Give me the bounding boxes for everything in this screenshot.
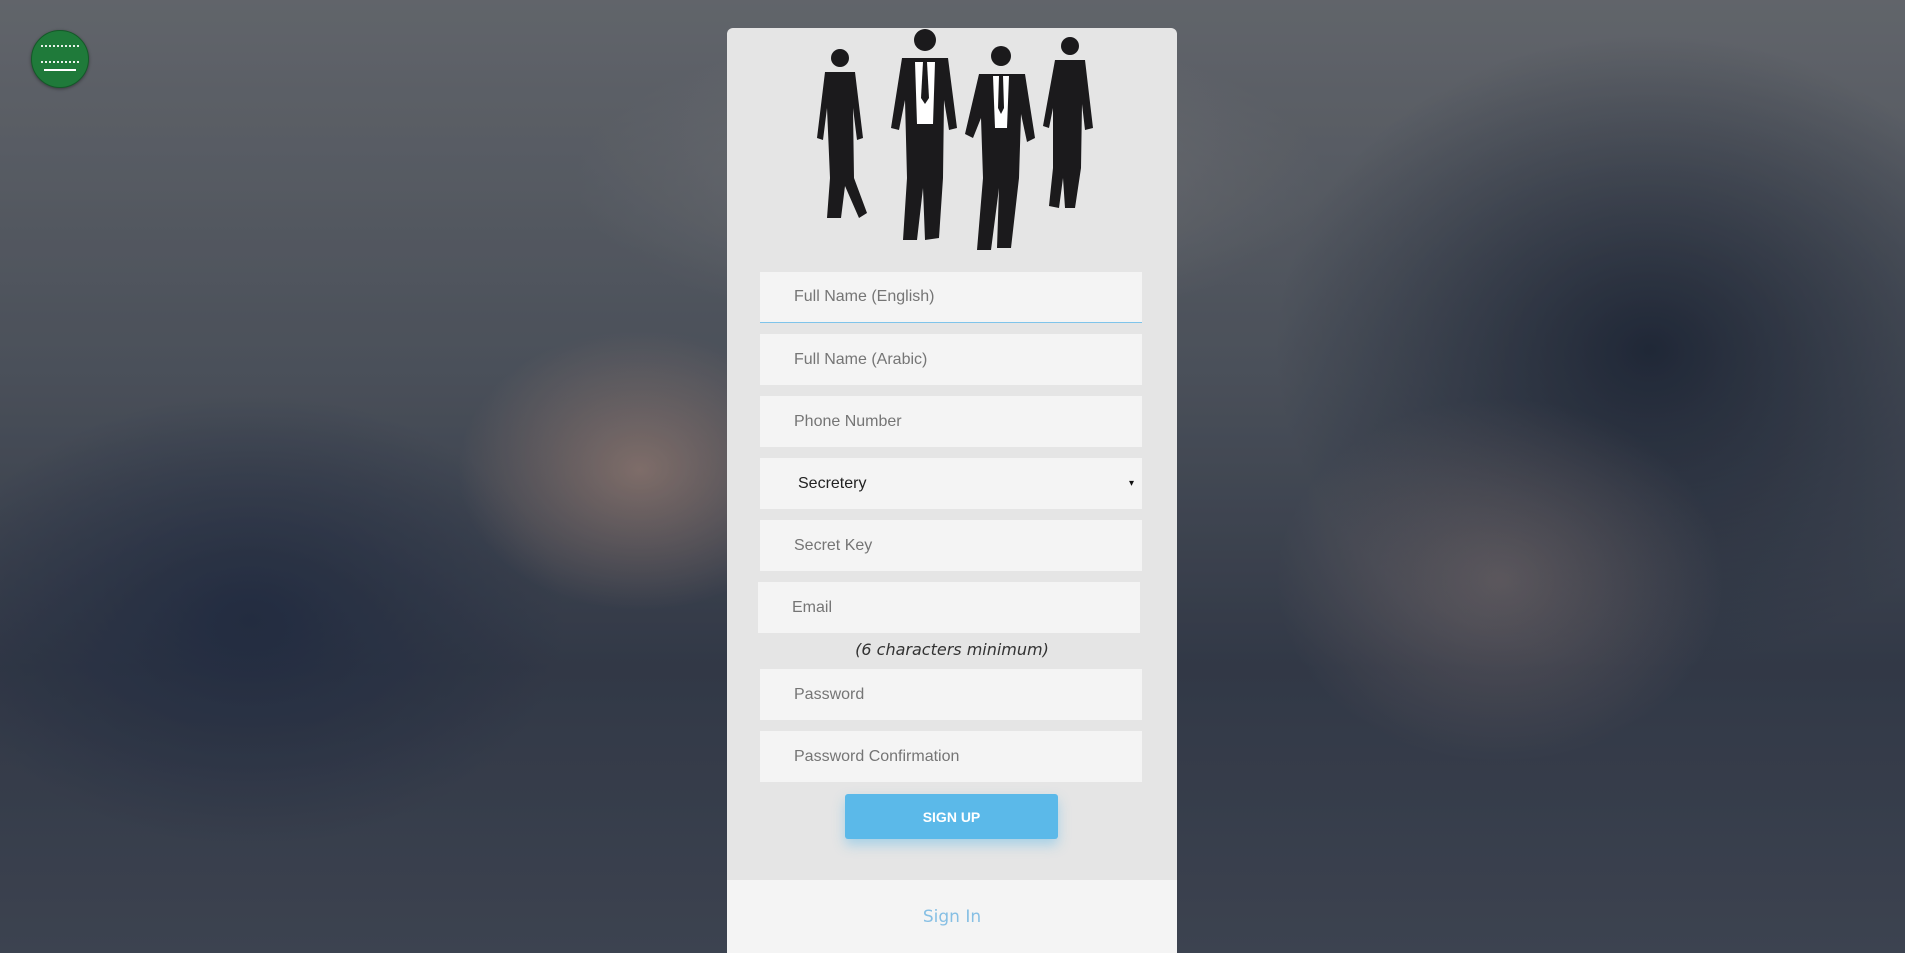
sign-in-link[interactable]: Sign In — [727, 880, 1177, 953]
password-hint: (6 characters minimum) — [855, 640, 1049, 659]
flag-script-mark — [41, 45, 79, 63]
phone-number-field[interactable] — [760, 396, 1142, 447]
role-select-value: Secretery — [798, 475, 867, 492]
flag-sword-mark — [44, 69, 76, 71]
role-select[interactable]: Secretery ▾ — [760, 458, 1142, 509]
business-people-silhouette — [817, 29, 1093, 250]
card-footer: Sign In — [727, 880, 1177, 953]
saudi-flag-icon[interactable] — [31, 30, 89, 88]
chevron-down-icon: ▾ — [1128, 478, 1134, 489]
password-field[interactable] — [760, 669, 1142, 720]
sign-up-button[interactable]: SIGN UP — [845, 794, 1058, 839]
full-name-arabic-field[interactable] — [760, 334, 1142, 385]
password-confirmation-field[interactable] — [760, 731, 1142, 782]
email-field[interactable] — [758, 582, 1140, 633]
full-name-english-field[interactable] — [760, 272, 1142, 323]
signup-card: Secretery ▾ (6 characters minimum) SIGN … — [727, 28, 1177, 953]
secret-key-field[interactable] — [760, 520, 1142, 571]
